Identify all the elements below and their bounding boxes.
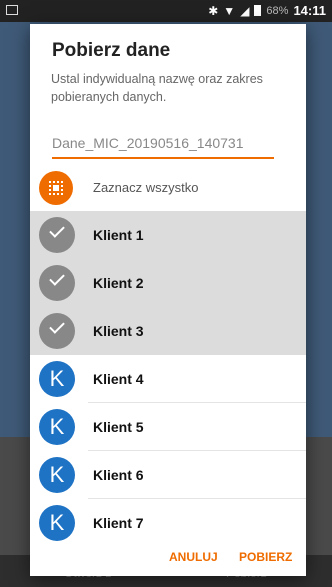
screenshot-icon <box>6 5 18 15</box>
file-name-input[interactable] <box>52 131 274 159</box>
client-list[interactable]: Klient 1 Klient 2 Klient 3 K Klient 4 K … <box>30 211 306 548</box>
client-avatar[interactable]: K <box>39 361 75 397</box>
client-row[interactable]: K Klient 4 <box>30 355 306 403</box>
download-button[interactable]: POBIERZ <box>239 550 292 564</box>
client-avatar[interactable]: K <box>39 505 75 541</box>
battery-percent: 68% <box>266 4 289 17</box>
select-all-row[interactable]: Zaznacz wszystko <box>30 167 306 209</box>
check-avatar-icon[interactable] <box>39 313 75 349</box>
client-label: Klient 4 <box>93 371 144 387</box>
status-bar: ✱ ▼ ◢ 68% 14:11 <box>0 0 332 22</box>
clock: 14:11 <box>293 3 326 18</box>
dialog-actions: ANULUJ POBIERZ <box>30 548 306 576</box>
dialog-subtitle: Ustal indywidualną nazwę oraz zakres pob… <box>51 72 263 104</box>
client-label: Klient 6 <box>93 467 144 483</box>
client-avatar[interactable]: K <box>39 409 75 445</box>
cancel-button[interactable]: ANULUJ <box>169 550 218 564</box>
wifi-icon: ▼ <box>223 3 236 18</box>
client-label: Klient 2 <box>93 275 144 291</box>
check-avatar-icon[interactable] <box>39 217 75 253</box>
client-row[interactable]: K Klient 5 <box>30 403 306 451</box>
dialog-title: Pobierz dane <box>52 40 171 61</box>
select-all-label: Zaznacz wszystko <box>93 180 199 195</box>
download-dialog: Pobierz dane Ustal indywidualną nazwę or… <box>30 24 306 576</box>
client-label: Klient 1 <box>93 227 144 243</box>
select-all-icon[interactable] <box>39 171 73 205</box>
client-label: Klient 7 <box>93 515 144 531</box>
client-row[interactable]: Klient 3 <box>30 307 306 355</box>
client-label: Klient 5 <box>93 419 144 435</box>
check-avatar-icon[interactable] <box>39 265 75 301</box>
client-row[interactable]: Klient 1 <box>30 211 306 259</box>
client-avatar[interactable]: K <box>39 457 75 493</box>
client-row[interactable]: Klient 2 <box>30 259 306 307</box>
client-label: Klient 3 <box>93 323 144 339</box>
battery-icon <box>254 5 262 16</box>
client-row[interactable]: K Klient 6 <box>30 451 306 499</box>
signal-icon: ◢ <box>240 3 250 18</box>
bluetooth-icon: ✱ <box>208 3 219 18</box>
client-row[interactable]: K Klient 7 <box>30 499 306 547</box>
